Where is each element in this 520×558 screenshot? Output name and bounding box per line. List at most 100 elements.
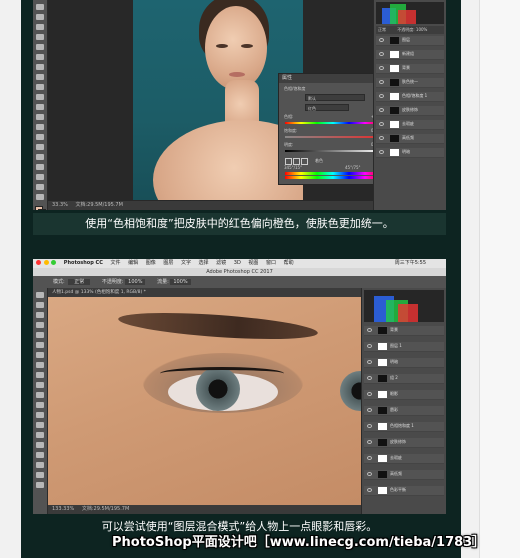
menu-filter[interactable]: 滤镜 <box>216 260 226 266</box>
visibility-eye-icon[interactable] <box>379 108 384 112</box>
visibility-eye-icon[interactable] <box>379 94 384 98</box>
blend-mode-dropdown[interactable]: 正常 不透明度: 100% <box>376 26 444 34</box>
right-scroll-rail[interactable] <box>479 0 520 558</box>
healing-brush-tool-icon[interactable] <box>36 352 44 358</box>
layer-row[interactable]: 新建组 <box>376 50 444 60</box>
eyedropper-tool-icon[interactable] <box>36 54 44 60</box>
shape-tool-icon[interactable] <box>36 174 44 180</box>
lasso-tool-icon[interactable] <box>36 312 44 318</box>
eraser-tool-icon[interactable] <box>36 392 44 398</box>
quick-select-tool-icon[interactable] <box>36 34 44 40</box>
visibility-eye-icon[interactable] <box>367 472 372 476</box>
clone-stamp-tool-icon[interactable] <box>36 372 44 378</box>
type-tool-icon[interactable] <box>36 442 44 448</box>
quick-select-tool-icon[interactable] <box>36 322 44 328</box>
saturation-slider[interactable] <box>285 136 381 138</box>
visibility-eye-icon[interactable] <box>367 344 372 348</box>
tools-panel[interactable] <box>33 288 48 514</box>
eyedropper-icon[interactable] <box>285 158 292 165</box>
menu-3d[interactable]: 3D <box>234 260 241 266</box>
layer-row[interactable]: 皮肤修饰 <box>364 438 444 448</box>
move-tool-icon[interactable] <box>36 4 44 10</box>
visibility-eye-icon[interactable] <box>379 150 384 154</box>
gradient-tool-icon[interactable] <box>36 114 44 120</box>
visibility-eye-icon[interactable] <box>367 360 372 364</box>
visibility-eye-icon[interactable] <box>367 392 372 396</box>
eraser-tool-icon[interactable] <box>36 104 44 110</box>
preset-dropdown[interactable]: 默认 <box>305 94 365 101</box>
flow-field[interactable]: 100% <box>170 279 191 285</box>
eye-closeup-canvas[interactable] <box>48 297 361 505</box>
zoom-window-icon[interactable] <box>51 260 57 265</box>
visibility-eye-icon[interactable] <box>367 328 372 332</box>
blur-tool-icon[interactable] <box>36 124 44 130</box>
pen-tool-icon[interactable] <box>36 432 44 438</box>
history-brush-tool-icon[interactable] <box>36 94 44 100</box>
move-tool-icon[interactable] <box>36 292 44 298</box>
visibility-eye-icon[interactable] <box>379 66 384 70</box>
pen-tool-icon[interactable] <box>36 144 44 150</box>
hue-slider[interactable] <box>285 122 381 124</box>
visibility-eye-icon[interactable] <box>367 376 372 380</box>
gradient-tool-icon[interactable] <box>36 402 44 408</box>
menu-type[interactable]: 文字 <box>181 260 191 266</box>
menu-image[interactable]: 图像 <box>146 260 156 266</box>
mode-dropdown[interactable]: 正常 <box>68 279 91 285</box>
hand-tool-icon[interactable] <box>36 184 44 190</box>
healing-brush-tool-icon[interactable] <box>36 64 44 70</box>
menu-view[interactable]: 视图 <box>248 260 258 266</box>
visibility-eye-icon[interactable] <box>367 424 372 428</box>
visibility-eye-icon[interactable] <box>379 38 384 42</box>
zoom-tool-icon[interactable] <box>36 194 44 200</box>
visibility-eye-icon[interactable] <box>379 136 384 140</box>
visibility-eye-icon[interactable] <box>367 408 372 412</box>
visibility-eye-icon[interactable] <box>379 80 384 84</box>
brush-tool-icon[interactable] <box>36 74 44 80</box>
layer-row[interactable]: 背景 <box>364 326 444 336</box>
tools-panel[interactable] <box>33 0 48 210</box>
visibility-eye-icon[interactable] <box>367 440 372 444</box>
channel-dropdown[interactable]: 红色 <box>305 104 349 111</box>
menu-app[interactable]: Photoshop CC <box>64 260 103 266</box>
history-brush-tool-icon[interactable] <box>36 382 44 388</box>
path-select-tool-icon[interactable] <box>36 164 44 170</box>
dodge-tool-icon[interactable] <box>36 134 44 140</box>
eyedropper-plus-icon[interactable] <box>293 158 300 165</box>
crop-tool-icon[interactable] <box>36 332 44 338</box>
layer-row[interactable]: 高低频 <box>376 134 444 144</box>
menu-window[interactable]: 窗口 <box>266 260 276 266</box>
path-select-tool-icon[interactable] <box>36 452 44 458</box>
dodge-tool-icon[interactable] <box>36 422 44 428</box>
crop-tool-icon[interactable] <box>36 44 44 50</box>
close-window-icon[interactable] <box>36 260 41 265</box>
marquee-tool-icon[interactable] <box>36 14 44 20</box>
layer-row[interactable]: 色彩平衡 <box>364 486 444 496</box>
hand-tool-icon[interactable] <box>36 472 44 478</box>
layers-panel[interactable]: 正常 不透明度: 100% 图层 新建组 背景 肤色统一 色相/饱和度 1 皮肤修饰 去瑕疵… <box>373 0 446 210</box>
layer-row[interactable]: 色相饱和度 1 <box>364 422 444 432</box>
layer-row[interactable]: 组 2 <box>364 374 444 384</box>
layer-row[interactable]: 皮肤修饰 <box>376 106 444 116</box>
marquee-tool-icon[interactable] <box>36 302 44 308</box>
layer-row[interactable]: 去瑕疵 <box>364 454 444 464</box>
shape-tool-icon[interactable] <box>36 462 44 468</box>
layer-row[interactable]: 背景 <box>376 64 444 74</box>
eyedropper-tool-icon[interactable] <box>36 342 44 348</box>
visibility-eye-icon[interactable] <box>367 456 372 460</box>
menu-edit[interactable]: 编辑 <box>128 260 138 266</box>
layer-row[interactable]: 眼影 <box>364 390 444 400</box>
type-tool-icon[interactable] <box>36 154 44 160</box>
lasso-tool-icon[interactable] <box>36 24 44 30</box>
layer-row[interactable]: 高低频 <box>364 470 444 480</box>
layer-row[interactable]: 图层 <box>376 36 444 46</box>
menu-file[interactable]: 文件 <box>111 260 121 266</box>
zoom-tool-icon[interactable] <box>36 482 44 488</box>
layer-row[interactable]: 明暗 <box>364 358 444 368</box>
visibility-eye-icon[interactable] <box>379 122 384 126</box>
visibility-eye-icon[interactable] <box>367 488 372 492</box>
blur-tool-icon[interactable] <box>36 412 44 418</box>
colorize-checkbox[interactable]: 着色 <box>315 158 323 164</box>
foreground-background-color-icon[interactable] <box>35 206 46 210</box>
visibility-eye-icon[interactable] <box>379 52 384 56</box>
menu-select[interactable]: 选择 <box>199 260 209 266</box>
